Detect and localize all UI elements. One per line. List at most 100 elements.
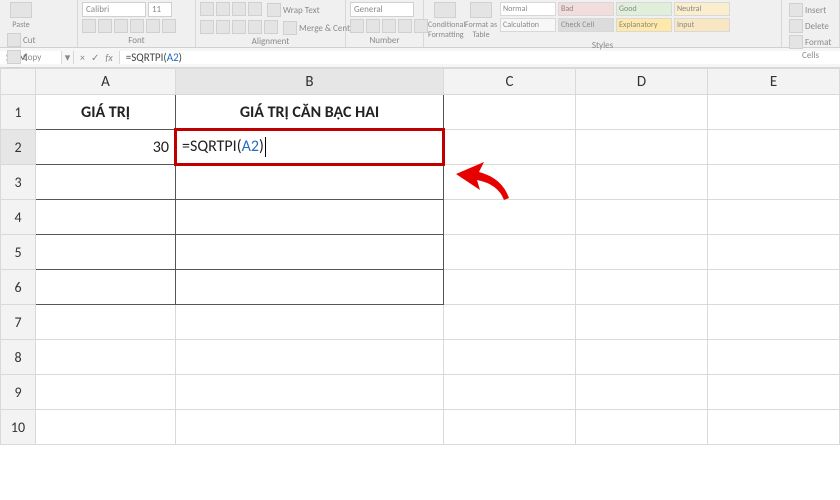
cell-D10[interactable] [576,410,708,445]
indent-dec-button[interactable] [248,20,262,34]
fill-color-button[interactable] [146,19,160,33]
worksheet-area[interactable]: A B C D E 1 GIÁ TRỊ GIÁ TRỊ CĂN BẬC HAI [0,68,840,500]
cell-styles-gallery[interactable]: Normal Bad Good Neutral Calculation Chec… [500,2,730,32]
cell-A4[interactable] [36,200,176,235]
format-as-table-button[interactable]: Format as Table [464,2,498,40]
col-header-B[interactable]: B [176,69,444,95]
cell-C6[interactable] [444,270,576,305]
cell-E9[interactable] [708,375,840,410]
cell-A2[interactable]: 30 [36,130,176,165]
cell-E1[interactable] [708,95,840,130]
cell-A9[interactable] [36,375,176,410]
cell-C5[interactable] [444,235,576,270]
cell-B4[interactable] [176,200,444,235]
cell-E6[interactable] [708,270,840,305]
formula-enter-button[interactable]: ✓ [91,51,99,64]
cell-E8[interactable] [708,340,840,375]
cell-A1[interactable]: GIÁ TRỊ [36,95,176,130]
cut-button[interactable]: Cut [4,32,80,48]
cell-D9[interactable] [576,375,708,410]
cell-C8[interactable] [444,340,576,375]
comma-button[interactable] [382,19,396,33]
cell-E5[interactable] [708,235,840,270]
align-middle-button[interactable] [216,2,230,16]
align-right-button[interactable] [232,20,246,34]
cell-B2[interactable]: =SQRTPI(A2) [176,130,444,165]
align-top-button[interactable] [200,2,214,16]
row-header-2[interactable]: 2 [1,130,36,165]
currency-button[interactable] [350,19,364,33]
cell-E7[interactable] [708,305,840,340]
underline-button[interactable] [114,19,128,33]
cell-A7[interactable] [36,305,176,340]
style-explanatory[interactable]: Explanatory [616,18,672,32]
cell-B5[interactable] [176,235,444,270]
cell-D8[interactable] [576,340,708,375]
paste-button[interactable]: Paste [4,2,38,30]
cell-C1[interactable] [444,95,576,130]
copy-button[interactable]: Copy [4,49,80,65]
select-all-button[interactable] [1,69,36,95]
cell-D1[interactable] [576,95,708,130]
row-header-10[interactable]: 10 [1,410,36,445]
cell-B10[interactable] [176,410,444,445]
cell-C7[interactable] [444,305,576,340]
row-header-4[interactable]: 4 [1,200,36,235]
cell-A10[interactable] [36,410,176,445]
col-header-C[interactable]: C [444,69,576,95]
indent-inc-button[interactable] [264,20,278,34]
font-name-combo[interactable]: Calibri [82,2,146,17]
cell-B7[interactable] [176,305,444,340]
cell-D7[interactable] [576,305,708,340]
style-calculation[interactable]: Calculation [500,18,556,32]
row-header-8[interactable]: 8 [1,340,36,375]
fx-button[interactable]: fx [105,51,112,64]
style-neutral[interactable]: Neutral [674,2,730,16]
font-color-button[interactable] [162,19,176,33]
cell-A3[interactable] [36,165,176,200]
conditional-formatting-button[interactable]: Conditional Formatting [428,2,462,40]
style-normal[interactable]: Normal [500,2,556,16]
cell-B1[interactable]: GIÁ TRỊ CĂN BẬC HAI [176,95,444,130]
cell-E4[interactable] [708,200,840,235]
row-header-7[interactable]: 7 [1,305,36,340]
wrap-text-button[interactable]: Wrap Text [264,2,323,18]
italic-button[interactable] [98,19,112,33]
row-header-3[interactable]: 3 [1,165,36,200]
bold-button[interactable] [82,19,96,33]
cell-D4[interactable] [576,200,708,235]
formula-input[interactable]: =SQRTPI(A2) [120,51,840,64]
style-input[interactable]: Input [674,18,730,32]
row-header-1[interactable]: 1 [1,95,36,130]
style-good[interactable]: Good [616,2,672,16]
row-header-6[interactable]: 6 [1,270,36,305]
col-header-A[interactable]: A [36,69,176,95]
cell-A5[interactable] [36,235,176,270]
cell-C10[interactable] [444,410,576,445]
cell-D3[interactable] [576,165,708,200]
align-center-button[interactable] [216,20,230,34]
align-left-button[interactable] [200,20,214,34]
formula-cancel-button[interactable]: × [80,51,85,64]
percent-button[interactable] [366,19,380,33]
inc-decimal-button[interactable] [398,19,412,33]
cell-E2[interactable] [708,130,840,165]
col-header-E[interactable]: E [708,69,840,95]
orientation-button[interactable] [248,2,262,16]
insert-cells-button[interactable]: Insert [786,2,829,18]
style-bad[interactable]: Bad [558,2,614,16]
cell-E3[interactable] [708,165,840,200]
delete-cells-button[interactable]: Delete [786,18,832,34]
cell-B9[interactable] [176,375,444,410]
row-header-5[interactable]: 5 [1,235,36,270]
col-header-D[interactable]: D [576,69,708,95]
cell-E10[interactable] [708,410,840,445]
cell-A6[interactable] [36,270,176,305]
cell-A8[interactable] [36,340,176,375]
cell-D5[interactable] [576,235,708,270]
row-header-9[interactable]: 9 [1,375,36,410]
font-size-combo[interactable]: 11 [148,2,172,17]
align-bottom-button[interactable] [232,2,246,16]
cell-B3[interactable] [176,165,444,200]
style-check-cell[interactable]: Check Cell [558,18,614,32]
